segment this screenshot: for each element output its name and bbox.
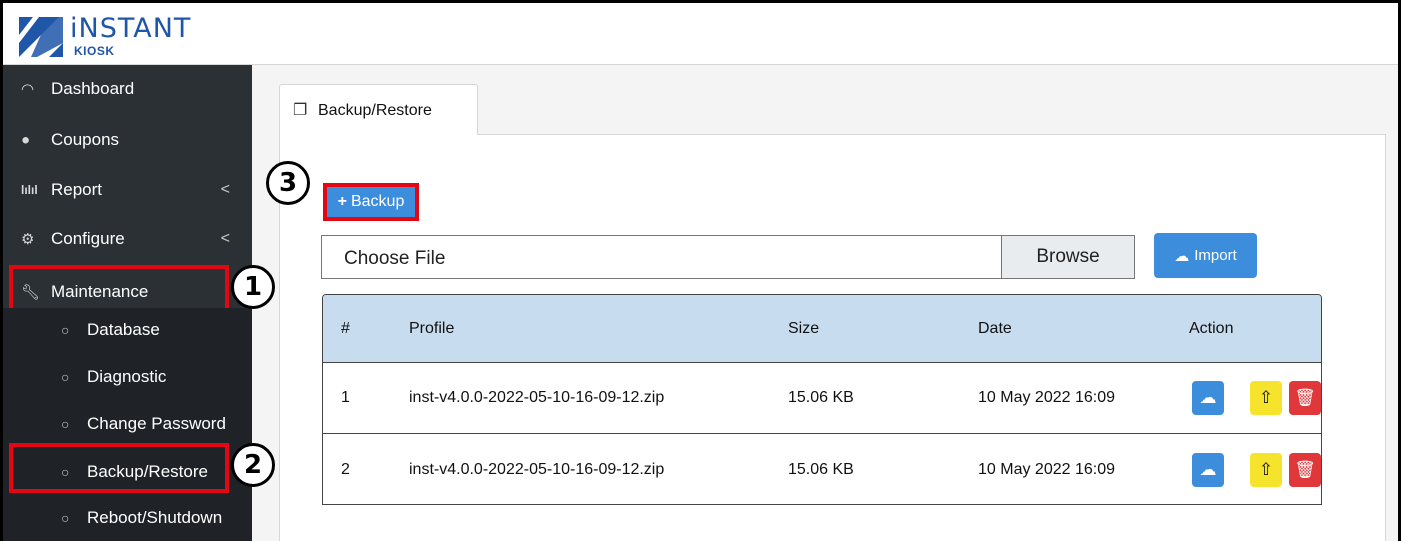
callout-1: 1 <box>231 265 275 309</box>
file-input[interactable]: Choose File Browse <box>321 235 1135 279</box>
backup-restore-highlight-box <box>9 443 229 493</box>
restore-button[interactable]: ⇧ <box>1250 452 1282 487</box>
download-button[interactable]: ☁ <box>1192 452 1224 487</box>
backup-table: # Profile Size Date Action 1 inst-v4.0.0… <box>322 294 1322 505</box>
sidebar-item-diagnostic[interactable]: ○ Diagnostic <box>3 355 252 399</box>
maintenance-submenu: ○ Database ○ Diagnostic ○ Change Passwor… <box>3 308 252 541</box>
main-content: ❐ Backup/Restore + Backup Choose File Br… <box>252 65 1398 541</box>
browse-button[interactable]: Browse <box>1001 236 1134 278</box>
sidebar-item-coupons[interactable]: ● Coupons <box>3 118 252 162</box>
cloud-download-icon: ☁ <box>1199 388 1217 407</box>
sidebar-item-label: Dashboard <box>51 79 135 98</box>
upload-icon: ⇧ <box>1258 459 1274 479</box>
callout-3: 3 <box>266 161 310 205</box>
sidebar-item-database[interactable]: ○ Database <box>3 308 252 352</box>
tag-icon: ● <box>21 131 31 149</box>
brand-subtitle: KIOSK <box>74 44 115 58</box>
import-button-label: Import <box>1194 247 1237 264</box>
chevron-left-icon: < <box>220 181 230 198</box>
backup-button-label: Backup <box>350 193 405 210</box>
brand-name: iNSTANT <box>70 13 192 44</box>
column-header-number: # <box>341 319 350 337</box>
top-header: iNSTANT KIOSK <box>3 3 1398 65</box>
column-header-profile: Profile <box>409 319 455 337</box>
row-size: 15.06 KB <box>788 460 854 478</box>
column-header-size: Size <box>788 319 820 337</box>
tab-backup-restore[interactable]: ❐ Backup/Restore <box>279 84 478 135</box>
row-profile: inst-v4.0.0-2022-05-10-16-09-12.zip <box>409 389 665 406</box>
sidebar-item-configure[interactable]: ⚙ Configure < <box>3 217 252 261</box>
circle-icon: ○ <box>61 322 70 338</box>
sidebar-item-label: Change Password <box>87 414 226 433</box>
sidebar-item-reboot-shutdown[interactable]: ○ Reboot/Shutdown <box>3 496 252 540</box>
row-number: 1 <box>341 389 350 406</box>
column-header-action: Action <box>1189 319 1234 337</box>
file-input-placeholder: Choose File <box>344 248 446 269</box>
delete-button[interactable]: 🗑︎ <box>1289 452 1321 487</box>
copy-icon: ❐ <box>293 102 308 119</box>
circle-icon: ○ <box>61 416 70 432</box>
trash-icon: 🗑︎ <box>1294 459 1316 479</box>
plus-icon: + <box>337 193 347 210</box>
sidebar: ◠ Dashboard ● Coupons lılıl Report < ⚙ C… <box>3 65 252 541</box>
table-header: # Profile Size Date Action <box>323 295 1321 363</box>
table-row: 2 inst-v4.0.0-2022-05-10-16-09-12.zip 15… <box>323 434 1321 504</box>
bar-chart-icon: lılıl <box>21 183 38 197</box>
sidebar-item-label: Configure <box>51 229 125 248</box>
tab-label: Backup/Restore <box>318 102 432 119</box>
gauge-icon: ◠ <box>21 81 35 98</box>
sidebar-item-change-password[interactable]: ○ Change Password <box>3 402 252 446</box>
column-header-date: Date <box>978 319 1012 337</box>
sidebar-item-label: Coupons <box>51 130 120 149</box>
upload-icon: ⇧ <box>1258 388 1274 407</box>
row-number: 2 <box>341 460 350 478</box>
gear-icon: ⚙ <box>21 231 35 248</box>
download-button[interactable]: ☁ <box>1192 381 1224 415</box>
circle-icon: ○ <box>61 369 70 385</box>
sidebar-item-dashboard[interactable]: ◠ Dashboard <box>3 67 252 111</box>
cloud-upload-icon: ☁ <box>1174 247 1190 265</box>
row-date: 10 May 2022 16:09 <box>978 389 1115 406</box>
row-size: 15.06 KB <box>788 389 854 406</box>
delete-button[interactable]: 🗑︎ <box>1289 381 1321 415</box>
sidebar-item-label: Diagnostic <box>87 367 167 386</box>
sidebar-item-report[interactable]: lılıl Report < <box>3 168 252 212</box>
row-date: 10 May 2022 16:09 <box>978 460 1115 478</box>
table-row: 1 inst-v4.0.0-2022-05-10-16-09-12.zip 15… <box>323 363 1321 434</box>
restore-button[interactable]: ⇧ <box>1250 381 1282 415</box>
backup-button[interactable]: + Backup <box>323 183 419 221</box>
sidebar-item-label: Report <box>51 180 103 199</box>
row-profile: inst-v4.0.0-2022-05-10-16-09-12.zip <box>409 460 665 478</box>
logo-mark-icon <box>19 17 63 57</box>
circle-icon: ○ <box>61 510 70 526</box>
cloud-download-icon: ☁ <box>1199 459 1217 479</box>
sidebar-item-label: Database <box>87 320 160 339</box>
import-button[interactable]: ☁ Import <box>1154 233 1257 278</box>
sidebar-item-label: Reboot/Shutdown <box>87 508 223 527</box>
trash-icon: 🗑︎ <box>1294 388 1316 407</box>
chevron-left-icon: < <box>220 230 230 247</box>
app-window: iNSTANT KIOSK ◠ Dashboard ● Coupons lılı… <box>3 3 1398 541</box>
callout-2: 2 <box>231 443 275 487</box>
